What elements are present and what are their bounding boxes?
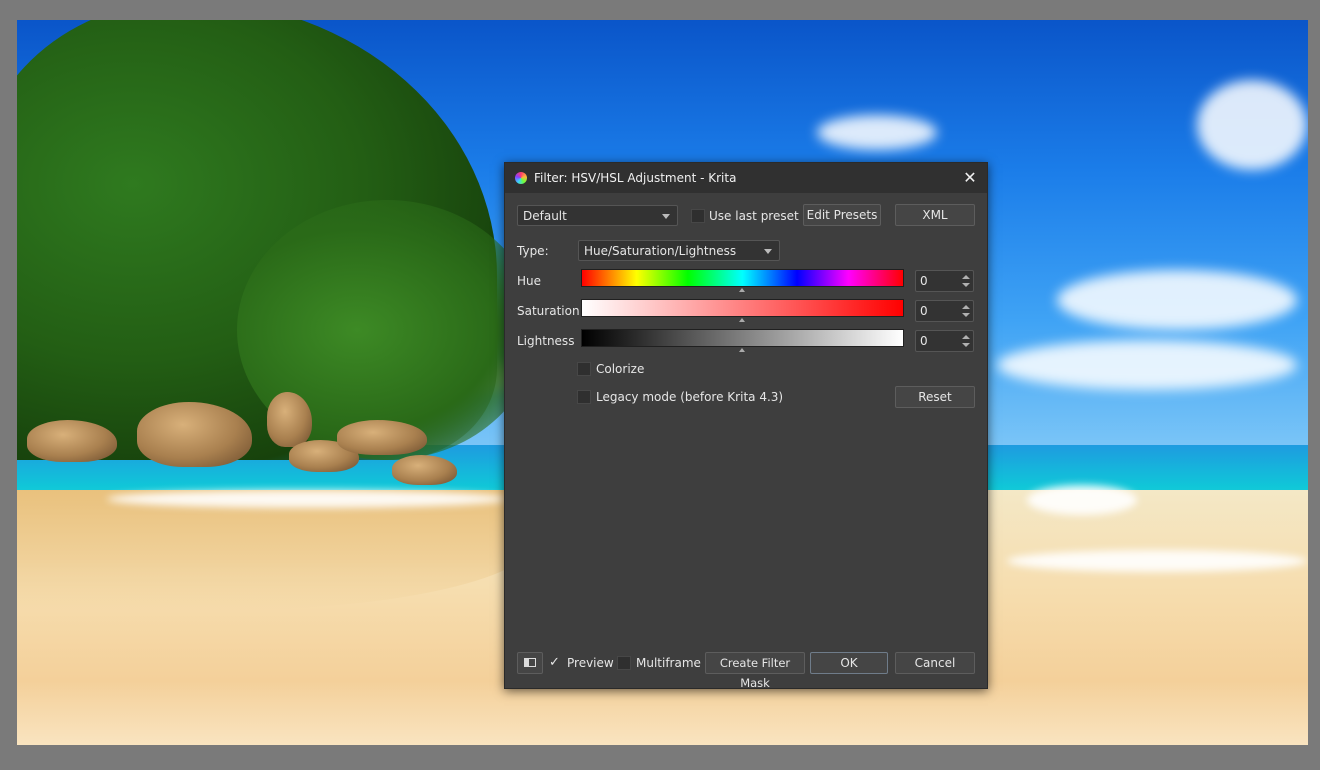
preset-dropdown[interactable]: Default [517,205,678,226]
cloud [997,340,1297,390]
preview-label: Preview [567,656,614,670]
chevron-down-icon [764,249,772,254]
hue-spinbox[interactable]: 0 [915,270,974,292]
rock [392,455,457,485]
saturation-spinbox[interactable]: 0 [915,300,974,322]
hue-label: Hue [517,274,542,288]
close-icon[interactable]: ✕ [959,167,981,189]
legacy-mode-label: Legacy mode (before Krita 4.3) [596,390,784,404]
ok-button[interactable]: OK [810,652,888,674]
rock [337,420,427,455]
saturation-value: 0 [920,304,928,318]
use-last-preset-label: Use last preset [709,209,799,223]
lightness-slider[interactable] [581,329,904,347]
colorize-checkbox[interactable] [577,362,591,376]
krita-logo-icon [515,172,527,184]
colorize-label: Colorize [596,362,645,376]
type-label: Type: [517,244,549,258]
lightness-spinbox[interactable]: 0 [915,330,974,352]
spin-down-icon[interactable] [962,283,970,287]
saturation-slider-handle[interactable] [739,318,745,322]
wave-foam [107,490,507,508]
use-last-preset-checkbox[interactable] [691,209,705,223]
xml-button[interactable]: XML [895,204,975,226]
create-filter-mask-button[interactable]: Create Filter Mask [705,652,805,690]
lightness-slider-handle[interactable] [739,348,745,352]
legacy-mode-checkbox[interactable] [577,390,591,404]
cloud [1197,80,1307,170]
edit-presets-button[interactable]: Edit Presets [803,204,881,226]
wave-foam [1027,485,1137,515]
spin-up-icon[interactable] [962,305,970,309]
spin-up-icon[interactable] [962,275,970,279]
preview-checkbox[interactable]: ✓ [549,656,560,670]
spin-down-icon[interactable] [962,313,970,317]
type-dropdown[interactable]: Hue/Saturation/Lightness [578,240,780,261]
cloud [1057,270,1297,330]
cloud [817,115,937,150]
hue-value: 0 [920,274,928,288]
dialog-titlebar[interactable]: Filter: HSV/HSL Adjustment - Krita ✕ [505,163,987,193]
cancel-button[interactable]: Cancel [895,652,975,674]
hue-slider[interactable] [581,269,904,287]
lightness-value: 0 [920,334,928,348]
type-selected: Hue/Saturation/Lightness [584,244,737,258]
spin-down-icon[interactable] [962,343,970,347]
multiframe-label: Multiframe [636,656,701,670]
saturation-label: Saturation [517,304,580,318]
hue-slider-handle[interactable] [739,288,745,292]
multiframe-checkbox[interactable] [617,656,631,670]
reset-button[interactable]: Reset [895,386,975,408]
filter-dialog: Filter: HSV/HSL Adjustment - Krita ✕ Def… [504,162,988,690]
split-view-icon[interactable] [517,652,543,674]
spin-up-icon[interactable] [962,335,970,339]
saturation-slider[interactable] [581,299,904,317]
chevron-down-icon [662,214,670,219]
wave-foam [1007,550,1307,572]
rock [27,420,117,462]
lightness-label: Lightness [517,334,575,348]
dialog-title: Filter: HSV/HSL Adjustment - Krita [534,171,737,185]
preset-selected: Default [523,209,567,223]
